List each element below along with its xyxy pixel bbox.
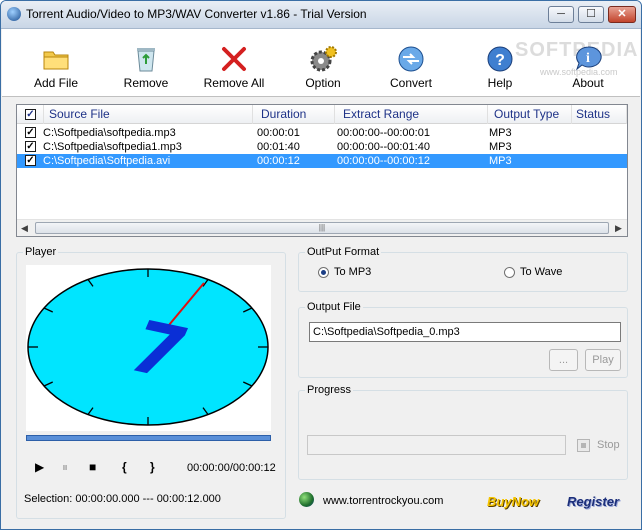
website-link[interactable]: www.torrentrockyou.com (323, 495, 443, 507)
convert-globe-icon (398, 46, 424, 72)
scroll-thumb[interactable]: ||| (35, 222, 609, 234)
help-button[interactable]: ? Help (462, 29, 538, 95)
table-row[interactable]: ✓ C:\Softpedia\softpedia1.mp3 00:01:40 00:0… (17, 140, 627, 154)
player-time: 00:00:00/00:00:12 (187, 462, 276, 474)
select-all-cell: ✓ (17, 105, 44, 124)
window-title: Torrent Audio/Video to MP3/WAV Converter… (26, 7, 367, 21)
col-extract-range[interactable]: Extract Range (335, 105, 488, 124)
stop-icon (577, 439, 590, 452)
col-duration[interactable]: Duration (253, 105, 335, 124)
red-x-icon (222, 47, 246, 71)
table-row[interactable]: ✓ C:\Softpedia\Softpedia.avi 00:00:12 00:00… (17, 154, 627, 168)
output-file-path[interactable]: C:\Softpedia\Softpedia_0.mp3 (309, 322, 621, 342)
gear-icon (310, 46, 337, 72)
cell-range: 00:00:00--00:00:01 (337, 127, 430, 139)
play-button[interactable]: ▶ (35, 460, 44, 474)
scroll-left-arrow-icon[interactable]: ◀ (21, 223, 28, 234)
app-icon[interactable] (7, 7, 21, 21)
about-button[interactable]: i About (550, 29, 626, 95)
svg-text:i: i (586, 51, 590, 66)
col-status[interactable]: Status (572, 105, 627, 124)
file-list-header: ✓ Source File Duration Extract Range Out… (17, 105, 627, 124)
remove-all-label: Remove All (203, 76, 265, 90)
selection-range: Selection: 00:00:00.000 --- 00:00:12.000 (24, 493, 221, 505)
convert-label: Convert (389, 76, 433, 90)
maximize-button[interactable]: ☐ (578, 6, 604, 23)
cell-output-type: MP3 (489, 155, 512, 167)
select-all-checkbox[interactable]: ✓ (25, 109, 36, 120)
col-source-file[interactable]: Source File (44, 105, 253, 124)
file-list[interactable]: ✓ Source File Duration Extract Range Out… (16, 104, 628, 237)
horizontal-scrollbar[interactable]: ◀ ||| ▶ (17, 219, 627, 236)
col-output-type[interactable]: Output Type (488, 105, 572, 124)
seek-slider[interactable] (26, 435, 271, 441)
add-file-label: Add File (33, 76, 79, 90)
row-checkbox[interactable]: ✓ (25, 141, 36, 152)
help-icon: ? (487, 46, 513, 72)
cell-range: 00:00:00--00:00:12 (337, 155, 430, 167)
cell-source: C:\Softpedia\Softpedia.avi (43, 155, 171, 167)
scroll-right-arrow-icon[interactable]: ▶ (615, 223, 622, 234)
clock-display: 7 (26, 265, 271, 431)
cell-output-type: MP3 (489, 141, 512, 153)
svg-text:?: ? (495, 52, 505, 69)
remove-all-button[interactable]: Remove All (196, 29, 272, 95)
remove-label: Remove (123, 76, 169, 90)
register-button[interactable]: Register (567, 494, 619, 509)
about-label: About (572, 76, 604, 90)
add-file-button[interactable]: Add File (18, 29, 94, 95)
progress-stop-button[interactable]: Stop (597, 439, 620, 451)
stop-button[interactable]: ■ (89, 460, 96, 474)
output-file-title: Output File (305, 301, 363, 313)
convert-button[interactable]: Convert (373, 29, 449, 95)
play-output-button[interactable]: Play (585, 349, 621, 371)
minimize-button[interactable]: ─ (548, 6, 574, 23)
recycle-bin-icon (137, 48, 155, 72)
remove-button[interactable]: Remove (108, 29, 184, 95)
buynow-button[interactable]: BuyNow (487, 494, 539, 509)
progress-bar (307, 435, 566, 455)
cell-duration: 00:00:12 (257, 155, 300, 167)
pause-button[interactable]: ⏸ (62, 460, 68, 475)
to-mp3-label[interactable]: To MP3 (334, 266, 371, 278)
output-format-title: OutPut Format (305, 246, 382, 258)
toolbar: SOFTPEDIA www.softpedia.com Add File Rem… (2, 29, 640, 97)
cell-range: 00:00:00--00:01:40 (337, 141, 430, 153)
cell-source: C:\Softpedia\softpedia.mp3 (43, 127, 176, 139)
to-mp3-radio[interactable] (318, 267, 329, 278)
mark-in-button[interactable]: { (122, 460, 127, 474)
to-wave-radio[interactable] (504, 267, 515, 278)
close-button[interactable]: ✕ (608, 6, 636, 23)
app-window: Torrent Audio/Video to MP3/WAV Converter… (0, 0, 642, 530)
folder-icon (43, 51, 69, 70)
cell-duration: 00:00:01 (257, 127, 300, 139)
option-button[interactable]: Option (285, 29, 361, 95)
title-bar[interactable]: Torrent Audio/Video to MP3/WAV Converter… (1, 1, 641, 29)
cell-source: C:\Softpedia\softpedia1.mp3 (43, 141, 182, 153)
help-label: Help (487, 76, 513, 90)
output-file-group: Output File (298, 301, 628, 378)
globe-icon (299, 492, 314, 507)
cell-duration: 00:01:40 (257, 141, 300, 153)
table-row[interactable]: ✓ C:\Softpedia\softpedia.mp3 00:00:01 00:00… (17, 126, 627, 140)
row-checkbox[interactable]: ✓ (25, 127, 36, 138)
player-title: Player (23, 246, 59, 258)
progress-title: Progress (305, 384, 354, 396)
info-icon: i (575, 46, 602, 71)
mark-out-button[interactable]: } (150, 460, 155, 474)
clock-face-svg: 7 (27, 268, 269, 426)
cell-output-type: MP3 (489, 127, 512, 139)
to-wave-label[interactable]: To Wave (520, 266, 562, 278)
option-label: Option (305, 76, 341, 90)
row-checkbox[interactable]: ✓ (25, 155, 36, 166)
browse-button[interactable]: ... (549, 349, 578, 371)
